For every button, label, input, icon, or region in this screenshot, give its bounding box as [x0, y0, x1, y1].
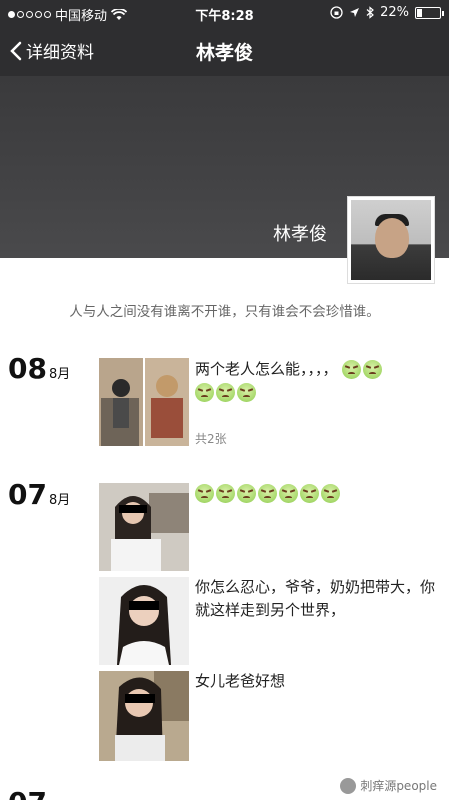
angry-emoji-icon	[216, 383, 235, 403]
angry-emoji-icon	[258, 484, 277, 503]
post-photo-thumbnail[interactable]	[99, 671, 189, 761]
timeline-date: 07 8月	[8, 478, 71, 511]
nav-bar: 详细资料 林孝俊	[0, 26, 449, 76]
angry-emoji-icon	[300, 484, 319, 503]
angry-emoji-icon	[279, 484, 298, 503]
timeline-date: 07	[8, 786, 47, 800]
status-bar: 中国移动 下午8:28 22%	[0, 0, 449, 26]
page-title: 林孝俊	[195, 42, 253, 64]
watermark: 刺痒源people	[340, 777, 437, 794]
angry-emoji-icon	[216, 484, 235, 503]
angry-emoji-icon	[237, 383, 256, 403]
battery-percent: 22%	[380, 5, 409, 20]
status-right: 22%	[330, 5, 444, 20]
timeline-date: 08 8月	[8, 352, 71, 385]
post-text[interactable]: 两个老人怎么能，，，，	[195, 358, 435, 405]
angry-emoji-icon	[237, 484, 256, 503]
profile-signature: 人与人之间没有谁离不开谁，只有谁会不会珍惜谁。	[69, 304, 380, 320]
post-text[interactable]	[195, 482, 435, 505]
angry-emoji-icon	[342, 360, 362, 379]
rotation-lock-icon	[330, 6, 343, 19]
post-text[interactable]: 你怎么忍心，爷爷，奶奶把带大，你就这样走到另个世界，	[195, 576, 435, 623]
post-photo-thumbnail[interactable]	[99, 483, 189, 571]
angry-emoji-icon	[195, 484, 214, 503]
post-photo-thumbnail[interactable]	[99, 577, 189, 665]
angry-emoji-icon	[195, 383, 214, 403]
angry-emoji-icon	[321, 484, 340, 503]
post-photo-thumbnail[interactable]	[99, 358, 189, 446]
photo-count: 共2张	[195, 432, 227, 446]
post-text[interactable]: 女儿老爸好想	[195, 670, 435, 693]
angry-emoji-icon	[363, 360, 383, 379]
profile-name: 林孝俊	[273, 224, 327, 245]
battery-icon	[415, 6, 444, 19]
avatar[interactable]	[347, 196, 435, 284]
location-icon	[350, 8, 360, 17]
bluetooth-icon	[366, 6, 375, 19]
wechat-official-account-icon	[340, 777, 357, 794]
